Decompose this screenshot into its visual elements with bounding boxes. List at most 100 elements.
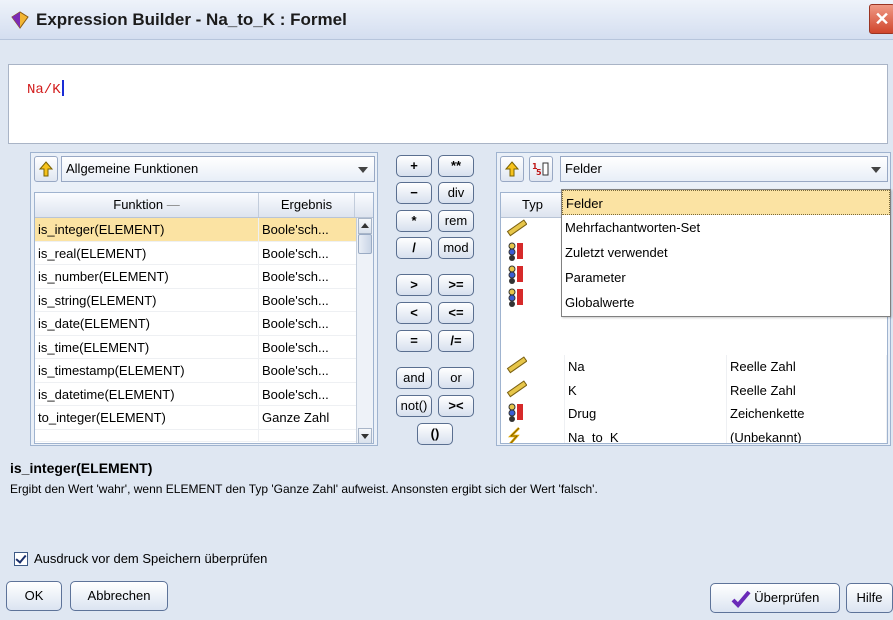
validate-checkbox[interactable] bbox=[14, 551, 28, 566]
op-equal-button[interactable]: = bbox=[396, 330, 432, 352]
function-result: Boole'sch... bbox=[259, 359, 357, 382]
table-row-partial bbox=[35, 429, 357, 442]
op-not-equal-button[interactable]: /= bbox=[438, 330, 474, 352]
field-source-dropdown[interactable]: Felder bbox=[560, 156, 888, 182]
scroll-up-button[interactable] bbox=[358, 218, 372, 234]
op-div-button[interactable]: div bbox=[438, 182, 474, 204]
field-source-value: Felder bbox=[565, 161, 602, 176]
function-table-header: Funktion — Ergebnis bbox=[35, 193, 373, 218]
field-type-cell bbox=[501, 425, 565, 443]
set-icon bbox=[508, 403, 523, 422]
table-row[interactable]: is_timestamp(ELEMENT) Boole'sch... bbox=[35, 359, 357, 383]
table-row[interactable]: is_date(ELEMENT) Boole'sch... bbox=[35, 312, 357, 336]
ok-button-label: OK bbox=[24, 588, 44, 603]
field-rows: Na Reelle Zahl K Reelle Zahl Drug Zeiche… bbox=[501, 355, 887, 443]
field-storage: Reelle Zahl bbox=[727, 355, 887, 379]
op-less-button[interactable]: < bbox=[396, 302, 432, 324]
check-wand-icon bbox=[731, 590, 751, 608]
function-result: Boole'sch... bbox=[259, 335, 357, 358]
column-header-typ[interactable]: Typ bbox=[501, 193, 565, 217]
column-header-ergebnis[interactable]: Ergebnis bbox=[259, 193, 355, 217]
expression-editor[interactable]: Na/K bbox=[8, 64, 888, 144]
op-plus-button[interactable]: + bbox=[396, 155, 432, 177]
yellow-up-arrow-icon bbox=[505, 161, 519, 177]
op-divide-button[interactable]: / bbox=[396, 237, 432, 259]
ok-button[interactable]: OK bbox=[6, 581, 62, 611]
field-source-dropdown-menu: Felder Mehrfachantworten-Set Zuletzt ver… bbox=[561, 189, 891, 317]
column-funktion-label: Funktion bbox=[113, 197, 164, 212]
op-not-button[interactable]: not() bbox=[396, 395, 432, 417]
function-table: Funktion — Ergebnis is_integer(ELEMENT) B… bbox=[34, 192, 374, 444]
dropdown-option-multiresponse-set[interactable]: Mehrfachantworten-Set bbox=[562, 215, 890, 240]
app-icon bbox=[11, 11, 29, 29]
op-less-equal-button[interactable]: <= bbox=[438, 302, 474, 324]
op-or-button[interactable]: or bbox=[438, 367, 474, 389]
sort-icon: — bbox=[166, 197, 180, 212]
op-rem-button[interactable]: rem bbox=[438, 210, 474, 232]
dropdown-option-globals[interactable]: Globalwerte bbox=[562, 290, 890, 315]
set-icon bbox=[508, 242, 523, 261]
title-bar: Expression Builder - Na_to_K : Formel ✕ bbox=[0, 0, 893, 40]
function-table-scrollbar[interactable] bbox=[356, 218, 373, 443]
column-typ-label: Typ bbox=[522, 197, 543, 212]
function-result: Boole'sch... bbox=[259, 382, 357, 405]
lightning-icon bbox=[507, 426, 520, 443]
table-row[interactable]: is_real(ELEMENT) Boole'sch... bbox=[35, 241, 357, 265]
scrollbar-thumb[interactable] bbox=[358, 234, 372, 254]
table-row[interactable]: is_time(ELEMENT) Boole'sch... bbox=[35, 335, 357, 359]
function-result: Boole'sch... bbox=[259, 218, 357, 241]
field-values-button[interactable]: 15 bbox=[529, 156, 553, 182]
table-row[interactable]: is_number(ELEMENT) Boole'sch... bbox=[35, 265, 357, 289]
op-mod-button[interactable]: mod bbox=[438, 237, 474, 259]
cancel-button[interactable]: Abbrechen bbox=[70, 581, 168, 611]
function-category-dropdown[interactable]: Allgemeine Funktionen bbox=[61, 156, 375, 182]
op-greater-equal-button[interactable]: >= bbox=[438, 274, 474, 296]
function-result: Boole'sch... bbox=[259, 312, 357, 335]
field-name: Na bbox=[565, 355, 727, 379]
function-category-value: Allgemeine Funktionen bbox=[66, 161, 199, 176]
field-storage: (Unbekannt) bbox=[727, 425, 887, 443]
insert-field-button[interactable] bbox=[500, 156, 524, 182]
table-row[interactable]: is_string(ELEMENT) Boole'sch... bbox=[35, 288, 357, 312]
function-result: Boole'sch... bbox=[259, 265, 357, 288]
op-concat-button[interactable]: >< bbox=[438, 395, 474, 417]
column-header-funktion[interactable]: Funktion — bbox=[35, 193, 259, 217]
expression-text[interactable]: Na/K bbox=[27, 80, 64, 98]
scroll-down-button[interactable] bbox=[358, 428, 372, 443]
function-name: is_time(ELEMENT) bbox=[35, 335, 259, 358]
field-row[interactable]: K Reelle Zahl bbox=[501, 378, 887, 402]
field-row[interactable]: Drug Zeichenkette bbox=[501, 402, 887, 426]
function-name: is_date(ELEMENT) bbox=[35, 312, 259, 335]
check-button[interactable]: Überprüfen bbox=[710, 583, 840, 613]
field-type-cell bbox=[501, 402, 565, 426]
help-button[interactable]: Hilfe bbox=[846, 583, 893, 613]
window-title: Expression Builder - Na_to_K : Formel bbox=[36, 10, 347, 29]
ruler-icon bbox=[506, 219, 528, 237]
dropdown-option-parameter[interactable]: Parameter bbox=[562, 265, 890, 290]
dropdown-option-recently-used[interactable]: Zuletzt verwendet bbox=[562, 240, 890, 265]
function-name: is_number(ELEMENT) bbox=[35, 265, 259, 288]
table-row[interactable]: is_datetime(ELEMENT) Boole'sch... bbox=[35, 382, 357, 406]
function-result-partial bbox=[259, 429, 357, 441]
field-row[interactable]: Na Reelle Zahl bbox=[501, 355, 887, 379]
op-and-button[interactable]: and bbox=[396, 367, 432, 389]
op-power-button[interactable]: ** bbox=[438, 155, 474, 177]
cancel-button-label: Abbrechen bbox=[87, 588, 151, 603]
check-button-label: Überprüfen bbox=[754, 590, 820, 605]
dropdown-option-felder[interactable]: Felder bbox=[562, 190, 890, 215]
op-multiply-button[interactable]: * bbox=[396, 210, 432, 232]
table-row[interactable]: is_integer(ELEMENT) Boole'sch... bbox=[35, 218, 357, 242]
op-greater-button[interactable]: > bbox=[396, 274, 432, 296]
field-row[interactable]: Na_to_K (Unbekannt) bbox=[501, 425, 887, 443]
expression-value: Na/K bbox=[27, 82, 61, 98]
value-picker-icon: 15 bbox=[532, 162, 549, 177]
validate-checkbox-row[interactable]: Ausdruck vor dem Speichern überprüfen bbox=[14, 551, 267, 566]
table-row[interactable]: to_integer(ELEMENT) Ganze Zahl bbox=[35, 406, 357, 430]
op-parentheses-button[interactable]: () bbox=[417, 423, 453, 445]
ruler-icon bbox=[506, 356, 528, 374]
field-storage: Reelle Zahl bbox=[727, 378, 887, 402]
help-button-label: Hilfe bbox=[856, 590, 883, 605]
close-button[interactable]: ✕ bbox=[869, 4, 893, 34]
insert-function-button[interactable] bbox=[34, 156, 58, 182]
op-minus-button[interactable]: − bbox=[396, 182, 432, 204]
